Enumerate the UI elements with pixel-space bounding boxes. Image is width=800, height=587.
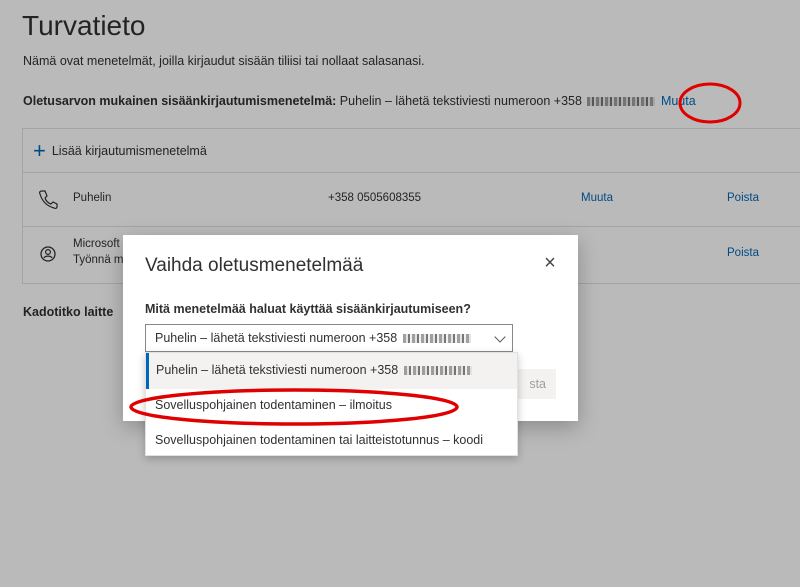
dropdown-option-sms[interactable]: Puhelin – lähetä tekstiviesti numeroon +… <box>146 353 517 389</box>
dialog-title: Vaihda oletusmenetelmää <box>145 255 364 276</box>
chevron-down-icon <box>494 331 506 343</box>
method-select-value: Puhelin – lähetä tekstiviesti numeroon +… <box>155 331 398 345</box>
option-label: Puhelin – lähetä tekstiviesti numeroon +… <box>156 363 399 377</box>
dropdown-option-app-code[interactable]: Sovelluspohjainen todentaminen tai laitt… <box>146 423 517 457</box>
dialog-question: Mitä menetelmää haluat käyttää sisäänkir… <box>145 302 471 316</box>
masked-phone-number <box>403 366 472 376</box>
masked-phone-number <box>402 334 471 344</box>
close-icon[interactable]: × <box>542 253 558 273</box>
method-dropdown-list: Puhelin – lähetä tekstiviesti numeroon +… <box>145 352 518 456</box>
method-select[interactable]: Puhelin – lähetä tekstiviesti numeroon +… <box>145 324 513 352</box>
dropdown-option-app-notification[interactable]: Sovelluspohjainen todentaminen – ilmoitu… <box>146 389 517 423</box>
